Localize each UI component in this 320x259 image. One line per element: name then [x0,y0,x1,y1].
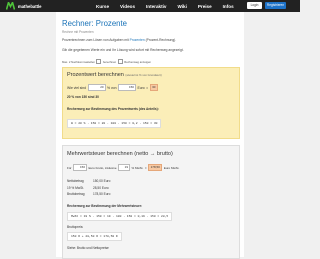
equals-sign: = [146,85,149,90]
panel-title: Mehrwertsteuer berechnen (netto → brutto… [67,151,173,157]
table-row: Bruttobetrag 178,50 Euro [67,191,110,198]
brutto-netto-link[interactable]: Siehe: Brutto und Nettopreise [67,246,109,250]
vat-rate-input[interactable]: 19 [118,164,131,171]
row-label: % von [107,85,117,90]
percent-input[interactable]: 20 [87,84,106,91]
steps-heading: Rechenweg zur Bestimmung des Prozentwert… [67,107,159,111]
row-value: 150,00 Euro [93,179,111,184]
option-decimals-label: Max. 2 Nachkommastellen [62,59,95,64]
row-label: % MwSt. [131,165,144,170]
main-content: Rechner: Prozente Rechne mit Prozenten P… [56,12,244,259]
vat-panel: Mehrwertsteuer berechnen (netto → brutto… [62,145,240,259]
steps-heading: Rechenweg zur Bestimmung der Mehrwertste… [67,204,143,208]
prozente-link[interactable]: Prozenten [130,38,145,42]
nav-item-infos[interactable]: Infos [223,4,234,9]
base-value-input[interactable]: 150 [117,84,136,91]
percent-input-row: Wie viel sind 20 % von 150 Euro = 30 [67,84,159,91]
gross-label: Bruttopreis: [67,225,84,229]
unit-label: Euro MwSt. [163,165,180,170]
result-summary: 20 % von 150 sind 30 [67,95,99,99]
login-button[interactable]: Login [247,2,262,9]
row-key: Bruttobetrag [67,192,85,197]
unit-label: Euro [137,85,145,90]
panel-title-text: Prozentwert berechnen [67,72,124,78]
row-value: 178,50 Euro [93,192,111,197]
row-label: Wie viel sind [67,85,87,90]
logo[interactable]: mathebattle [6,2,42,10]
net-amount-input[interactable]: 150 [73,164,87,171]
logo-text: mathebattle [18,3,42,9]
page-subtitle: Rechne mit Prozenten [62,30,94,34]
nav-item-kurse[interactable]: Kurse [96,4,109,9]
intro-paragraph: Prozentrechnen zum Lösen von Aufgaben mi… [62,38,240,42]
register-button[interactable]: Registrieren [265,2,286,9]
instructions-paragraph: Gib die gegebenen Werte ein und Ihr Lösu… [62,48,184,52]
nav-item-preise[interactable]: Preise [198,4,212,9]
top-navigation-bar: mathebattle Kurse Videos Interaktiv Wiki… [0,0,300,12]
calculation-formula: W = 20 % · 150 = 20 · 100 · 150 = 0,2 · … [67,119,162,128]
nav-item-videos[interactable]: Videos [120,4,135,9]
page-title: Rechner: Prozente [62,19,128,28]
intro-text-pre: Prozentrechnen zum Lösen von Aufgaben mi… [62,38,130,42]
row-label: Für [67,165,72,170]
option-checkbox[interactable] [96,59,102,64]
logo-icon [6,2,15,10]
panel-title-note: (wieviel ist % von Grundwert) [125,73,162,77]
gross-formula: 150 € + 28,50 € = 178,50 € [67,232,122,241]
main-nav: Kurse Videos Interaktiv Wiki Preise Info… [96,0,245,12]
option-mid-label: berechnen [102,59,117,64]
steps-checkbox[interactable] [117,59,123,64]
nav-item-interaktiv[interactable]: Interaktiv [146,4,166,9]
vat-result-output: 178,50 [148,164,163,171]
row-key: 19 % MwSt. [67,185,85,190]
result-output: 30 [149,84,158,91]
vat-summary-table: Nettobetrag 150,00 Euro 19 % MwSt. 28,50… [67,178,110,198]
row-label: Euro brutto, inklusive [88,165,117,170]
vat-formula: MwSt = 19 % · 150 = 19 · 100 · 150 = 0,1… [67,212,173,221]
row-value: 28,50 Euro [93,185,109,190]
percent-value-panel: Prozentwert berechnen (wieviel ist % von… [62,67,240,139]
nav-item-wiki[interactable]: Wiki [177,4,186,9]
intro-text-post: (Prozent-Rechnung). [144,38,177,42]
panel-title: Prozentwert berechnen (wieviel ist % von… [67,72,162,78]
row-key: Nettobetrag [67,179,84,184]
options-row: Max. 2 Nachkommastellen berechnen Rechen… [62,59,151,64]
vat-input-row: Für 150 Euro brutto, inklusive 19 % MwSt… [67,164,179,171]
equals-sign: = [144,165,147,170]
option-steps-label: Rechenweg anzeigen [124,59,152,64]
